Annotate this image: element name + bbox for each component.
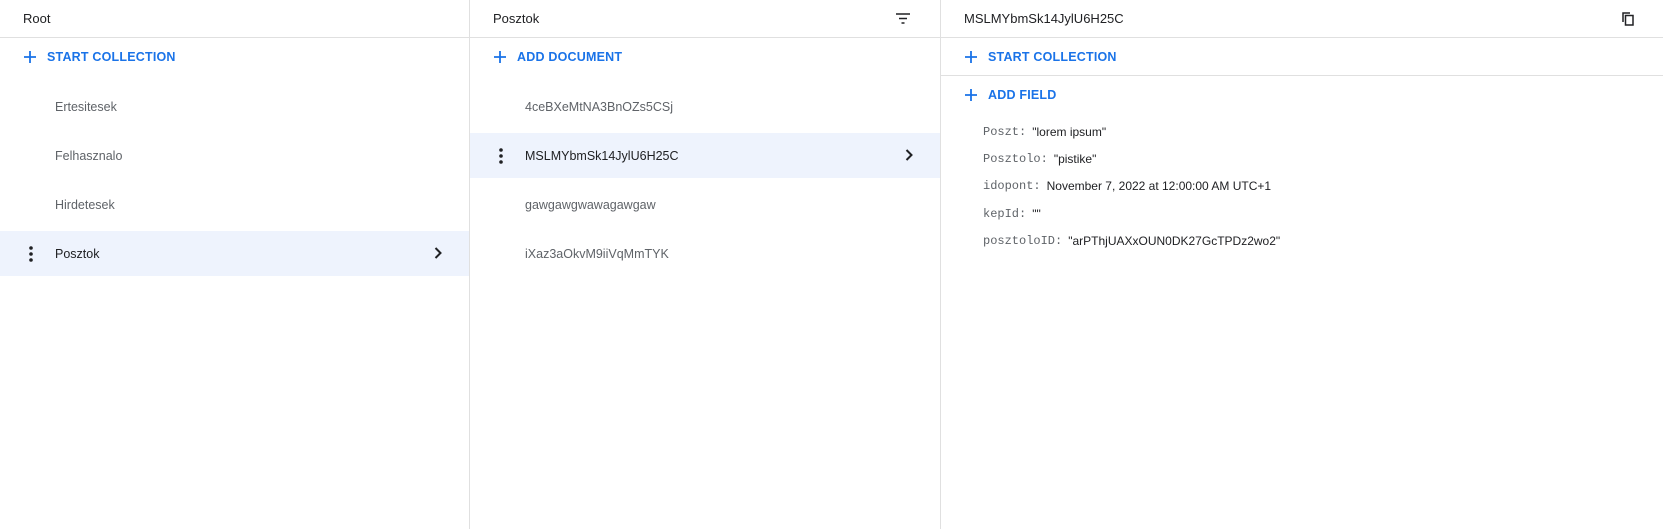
field-list: Poszt: "lorem ipsum" Posztolo: "pistike"… [941,114,1663,254]
start-subcollection-button[interactable]: START COLLECTION [941,38,1663,76]
field-value: "lorem ipsum" [1032,124,1107,139]
filter-icon[interactable] [893,9,913,29]
collection-panel: Posztok ADD DOCUMENT 4ceBXeMtNA3BnOZs5CS… [470,0,941,529]
copy-icon[interactable] [1618,9,1638,29]
chevron-right-icon [431,246,445,260]
field-row[interactable]: Poszt: "lorem ipsum" [983,118,1663,145]
document-panel-header: MSLMYbmSk14JylU6H25C [941,0,1663,38]
field-key: kepId: [983,206,1027,221]
collection-item-label: Hirdetesek [55,197,115,212]
field-value: "pistike" [1053,151,1097,166]
collection-item-label: Ertesitesek [55,99,117,114]
plus-icon [963,49,979,65]
collection-list: Ertesitesek Felhasznalo Hirdetesek Poszt… [0,84,469,276]
document-item-label: iXaz3aOkvM9iiVqMmTYK [525,246,669,261]
more-vert-icon[interactable] [26,245,36,263]
collection-panel-title: Posztok [493,11,540,26]
start-collection-button[interactable]: START COLLECTION [0,38,469,76]
plus-icon [22,49,38,65]
document-item-label: MSLMYbmSk14JylU6H25C [525,148,679,163]
collection-item-label: Posztok [55,246,100,261]
field-row[interactable]: idopont: November 7, 2022 at 12:00:00 AM… [983,173,1663,200]
document-panel: MSLMYbmSk14JylU6H25C START COLLECTION AD… [941,0,1663,529]
root-panel-header: Root [0,0,469,38]
add-field-label: ADD FIELD [988,88,1057,102]
add-document-label: ADD DOCUMENT [517,50,623,64]
field-value: "" [1032,206,1041,221]
collection-item-ertesitesek[interactable]: Ertesitesek [0,84,469,129]
field-row[interactable]: kepId: "" [983,200,1663,227]
document-item[interactable]: 4ceBXeMtNA3BnOZs5CSj [470,84,940,129]
document-item-label: gawgawgwawagawgaw [525,197,656,212]
root-panel-title: Root [23,11,51,26]
collection-item-hirdetesek[interactable]: Hirdetesek [0,182,469,227]
document-list: 4ceBXeMtNA3BnOZs5CSj MSLMYbmSk14JylU6H25… [470,84,940,276]
document-panel-title: MSLMYbmSk14JylU6H25C [964,11,1124,26]
field-key: Poszt: [983,124,1027,139]
field-key: posztoloID: [983,233,1063,248]
collection-item-posztok[interactable]: Posztok [0,231,469,276]
field-value: November 7, 2022 at 12:00:00 AM UTC+1 [1046,179,1272,194]
plus-icon [492,49,508,65]
document-item[interactable]: gawgawgwawagawgaw [470,182,940,227]
root-panel: Root START COLLECTION Ertesitesek Felhas… [0,0,470,529]
field-value: "arPThjUAXxOUN0DK27GcTPDz2wo2" [1068,233,1281,248]
field-key: idopont: [983,179,1041,194]
field-row[interactable]: Posztolo: "pistike" [983,145,1663,172]
start-collection-label: START COLLECTION [988,49,1117,64]
field-row[interactable]: posztoloID: "arPThjUAXxOUN0DK27GcTPDz2wo… [983,227,1663,254]
collection-panel-header: Posztok [470,0,940,38]
collection-item-felhasznalo[interactable]: Felhasznalo [0,133,469,178]
document-item-label: 4ceBXeMtNA3BnOZs5CSj [525,99,673,114]
plus-icon [963,87,979,103]
collection-item-label: Felhasznalo [55,148,123,163]
field-key: Posztolo: [983,151,1048,166]
document-item-selected[interactable]: MSLMYbmSk14JylU6H25C [470,133,940,178]
more-vert-icon[interactable] [496,147,506,165]
add-document-button[interactable]: ADD DOCUMENT [470,38,940,76]
chevron-right-icon [902,148,916,162]
start-collection-label: START COLLECTION [47,50,176,64]
add-field-button[interactable]: ADD FIELD [941,76,1663,114]
firestore-data-viewer: Root START COLLECTION Ertesitesek Felhas… [0,0,1663,529]
document-item[interactable]: iXaz3aOkvM9iiVqMmTYK [470,231,940,276]
